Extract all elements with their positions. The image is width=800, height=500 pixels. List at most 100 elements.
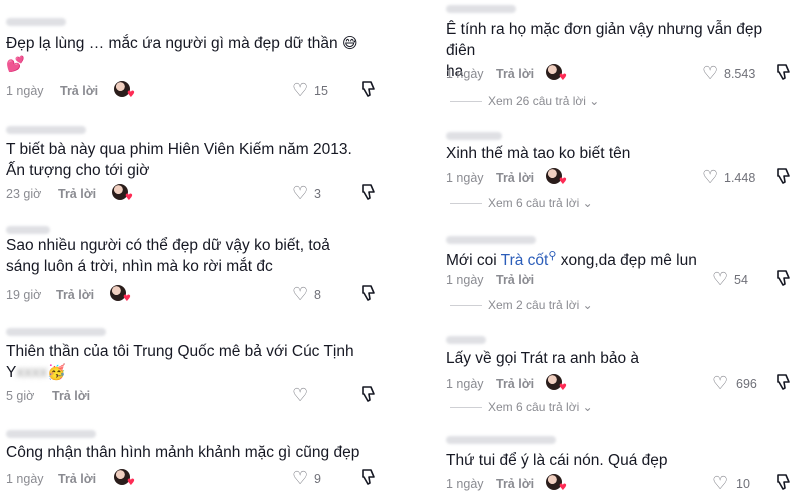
chevron-down-icon: ⌄ — [579, 400, 593, 414]
thumbs-down-icon[interactable] — [776, 63, 792, 81]
creator-liked-avatar: ♥ — [112, 184, 133, 203]
comment-item: Đẹp lạ lùng … mắc ứa người gì mà đẹp dữ … — [0, 0, 385, 108]
two-hearts-emoji: 💕 — [6, 55, 25, 73]
heart-icon: ♥ — [124, 193, 133, 203]
reply-button[interactable]: Trả lời — [496, 171, 534, 185]
view-replies-button[interactable]: Xem 26 câu trả lời ⌄ — [450, 94, 599, 108]
comment-time: 1 ngày — [6, 472, 44, 486]
comment-meta: 1 ngày Trả lời ♥ ♡ 10 — [446, 473, 792, 494]
heart-icon: ♥ — [558, 383, 567, 393]
comment-meta: 1 ngày Trả lời ♥ ♡ 8.543 — [446, 63, 792, 84]
thumbs-down-icon[interactable] — [776, 373, 792, 391]
comment-text: Công nhận thân hình mảnh khảnh mặc gì cũ… — [6, 444, 360, 461]
heart-outline-icon[interactable]: ♡ — [292, 468, 308, 489]
username-blurred[interactable] — [446, 132, 502, 140]
username-blurred[interactable] — [446, 336, 486, 344]
comment-text: Đẹp lạ lùng … mắc ứa người gì mà đẹp dữ … — [6, 34, 358, 73]
heart-outline-icon[interactable]: ♡ — [292, 385, 308, 406]
comment-time: 1 ngày — [446, 477, 484, 491]
comment-time: 1 ngày — [446, 67, 484, 81]
heart-outline-icon[interactable]: ♡ — [712, 473, 728, 494]
username-blurred[interactable] — [446, 5, 516, 13]
comment-time: 19 giờ — [6, 288, 42, 302]
comment-time: 1 ngày — [6, 84, 44, 98]
comment-meta: 19 giờ Trả lời ♥ ♡ 8 — [6, 284, 377, 305]
heart-outline-icon[interactable]: ♡ — [292, 80, 308, 101]
comment-item: Xinh thế mà tao ko biết tên 1 ngày Trả l… — [440, 112, 800, 212]
chevron-down-icon: ⌄ — [579, 298, 593, 312]
comment-meta: 23 giờ Trả lời ♥ ♡ 3 — [6, 183, 377, 204]
comment-item: Ê tính ra họ mặc đơn giản vậy nhưng vẫn … — [440, 0, 800, 112]
comment-item: Công nhận thân hình mảnh khảnh mặc gì cũ… — [0, 418, 385, 500]
heart-icon: ♥ — [558, 483, 567, 493]
comment-text: Lấy về gọi Trát ra anh bảo à — [446, 350, 640, 367]
username-blurred[interactable] — [6, 126, 86, 134]
creator-liked-avatar: ♥ — [114, 81, 135, 100]
comment-item: Thiên thần của tôi Trung Quốc mê bả với … — [0, 318, 385, 418]
heart-outline-icon[interactable]: ♡ — [702, 63, 718, 84]
comment-text: Xinh thế mà tao ko biết tên — [446, 145, 631, 162]
thumbs-down-icon[interactable] — [776, 473, 792, 491]
view-replies-button[interactable]: Xem 2 câu trả lời ⌄ — [450, 298, 593, 312]
reply-button[interactable]: Trả lời — [496, 273, 534, 287]
creator-liked-avatar: ♥ — [110, 285, 131, 304]
heart-outline-icon[interactable]: ♡ — [712, 373, 728, 394]
like-count: 696 — [736, 377, 757, 391]
username-blurred[interactable] — [446, 236, 536, 244]
heart-icon: ♥ — [558, 177, 567, 187]
like-count: 3 — [314, 187, 321, 201]
comments-column-left: Đẹp lạ lùng … mắc ứa người gì mà đẹp dữ … — [0, 0, 385, 500]
reply-button[interactable]: Trả lời — [52, 389, 90, 403]
comment-text: Thiên thần của tôi Trung Quốc mê bả với … — [6, 343, 354, 381]
heart-outline-icon[interactable]: ♡ — [712, 269, 728, 290]
reply-button[interactable]: Trả lời — [496, 477, 534, 491]
search-link[interactable]: Trà cốt — [501, 252, 549, 269]
sweat-smile-emoji: 😅 — [341, 34, 358, 52]
party-face-emoji: 🥳 — [47, 363, 67, 381]
reply-button[interactable]: Trả lời — [56, 288, 94, 302]
creator-liked-avatar: ♥ — [546, 374, 567, 393]
thumbs-down-icon[interactable] — [361, 80, 377, 98]
username-blurred[interactable] — [6, 18, 66, 26]
blurred-text: xxxx — [16, 364, 48, 381]
heart-icon: ♥ — [126, 478, 135, 488]
username-blurred[interactable] — [446, 436, 556, 444]
heart-outline-icon[interactable]: ♡ — [292, 183, 308, 204]
comment-time: 1 ngày — [446, 171, 484, 185]
comment-item: Mới coi Trà cốt⚲ xong,da đẹp mê lun 1 ng… — [440, 212, 800, 312]
comment-text: Thứ tui để ý là cái nón. Quá đẹp — [446, 452, 668, 469]
view-replies-button[interactable]: Xem 6 câu trả lời ⌄ — [450, 196, 593, 210]
thumbs-down-icon[interactable] — [361, 284, 377, 302]
reply-button[interactable]: Trả lời — [58, 187, 96, 201]
comment-meta: 1 ngày Trả lời ♡ 54 — [446, 269, 792, 290]
like-count: 8 — [314, 288, 321, 302]
username-blurred[interactable] — [6, 430, 96, 438]
thumbs-down-icon[interactable] — [361, 468, 377, 486]
username-blurred[interactable] — [6, 328, 106, 336]
comment-text: Mới coi Trà cốt⚲ xong,da đẹp mê lun — [446, 250, 697, 270]
like-count: 8.543 — [724, 67, 756, 81]
reply-button[interactable]: Trả lời — [496, 377, 534, 391]
reply-button[interactable]: Trả lời — [496, 67, 534, 81]
thumbs-down-icon[interactable] — [776, 167, 792, 185]
thumbs-down-icon[interactable] — [361, 183, 377, 201]
reply-button[interactable]: Trả lời — [60, 84, 98, 98]
creator-liked-avatar: ♥ — [546, 168, 567, 187]
heart-icon: ♥ — [126, 90, 135, 100]
comment-text: Sao nhiều người có thể đẹp dữ vậy ko biế… — [6, 237, 330, 275]
username-blurred[interactable] — [6, 226, 50, 234]
heart-outline-icon[interactable]: ♡ — [292, 284, 308, 305]
view-replies-button[interactable]: Xem 6 câu trả lời ⌄ — [450, 400, 593, 414]
thumbs-down-icon[interactable] — [361, 385, 377, 403]
like-count: 54 — [734, 273, 748, 287]
reply-button[interactable]: Trả lời — [58, 472, 96, 486]
comment-time: 5 giờ — [6, 389, 35, 403]
chevron-down-icon: ⌄ — [585, 94, 600, 108]
comment-meta: 1 ngày Trả lời ♥ ♡ 9 — [6, 468, 377, 489]
thumbs-down-icon[interactable] — [776, 269, 792, 287]
comment-item: Lấy về gọi Trát ra anh bảo à 1 ngày Trả … — [440, 312, 800, 416]
comment-time: 1 ngày — [446, 273, 484, 287]
comment-text: T biết bà này qua phim Hiên Viên Kiếm nă… — [6, 141, 352, 179]
heart-outline-icon[interactable]: ♡ — [702, 167, 718, 188]
column-divider — [385, 0, 440, 500]
